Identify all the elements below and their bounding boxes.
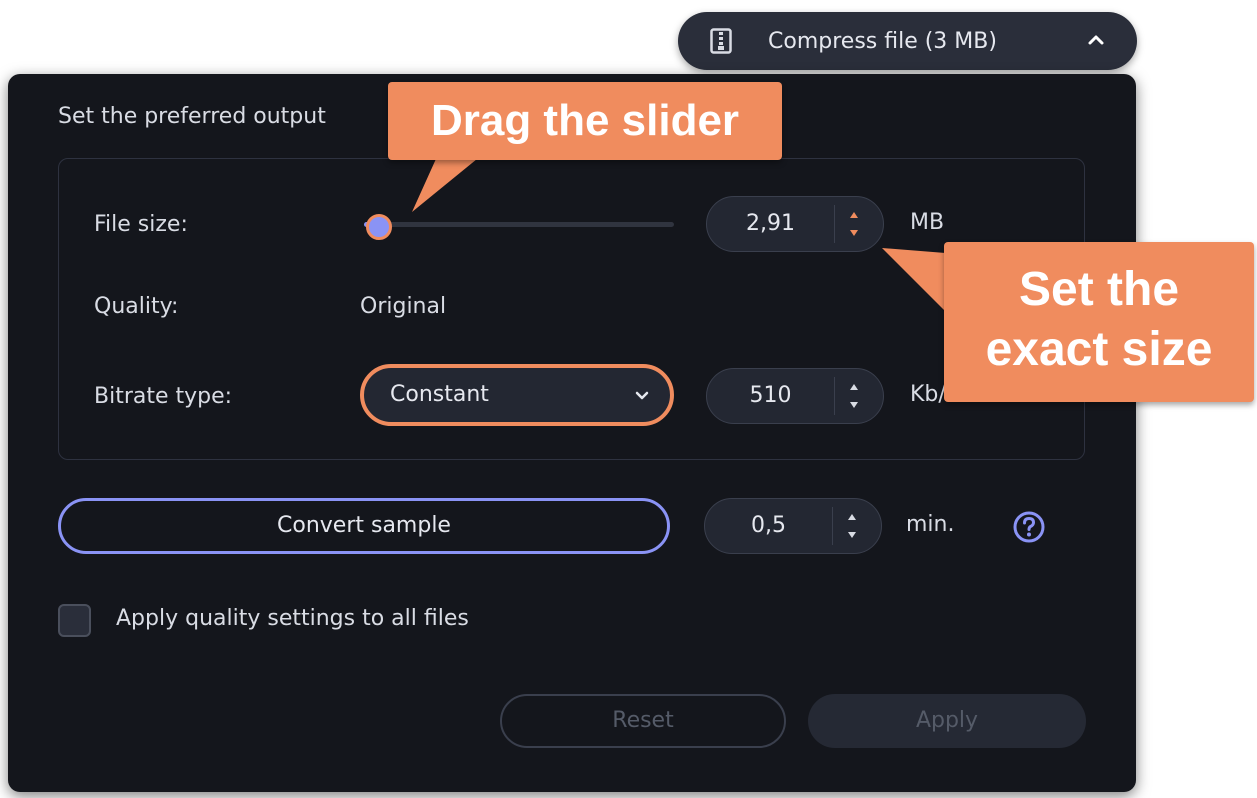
apply-button[interactable]: Apply bbox=[808, 694, 1086, 748]
file-size-slider-track[interactable] bbox=[364, 222, 674, 227]
compression-settings-panel: Set the preferred output File size: 2,91… bbox=[8, 74, 1136, 792]
bitrate-stepper[interactable]: 510 bbox=[706, 368, 884, 424]
sample-length-value[interactable]: 0,5 bbox=[705, 499, 832, 553]
stepper-divider bbox=[832, 507, 833, 545]
bitrate-type-dropdown[interactable]: Constant bbox=[360, 364, 674, 426]
help-icon[interactable] bbox=[1012, 510, 1046, 548]
bitrate-unit: Kb/ bbox=[910, 382, 946, 407]
panel-title: Set the preferred output bbox=[58, 104, 326, 129]
file-size-unit: MB bbox=[910, 210, 945, 235]
callout-line-1: Set the bbox=[1018, 263, 1180, 316]
stepper-arrows-icon[interactable] bbox=[847, 377, 861, 419]
file-size-label: File size: bbox=[94, 212, 188, 237]
file-size-slider-thumb[interactable] bbox=[366, 214, 392, 240]
compress-file-button[interactable]: Compress file (3 MB) bbox=[678, 12, 1137, 70]
convert-sample-button[interactable]: Convert sample bbox=[58, 498, 670, 554]
bitrate-type-selected: Constant bbox=[390, 382, 489, 407]
reset-button[interactable]: Reset bbox=[500, 694, 786, 748]
file-size-value[interactable]: 2,91 bbox=[707, 197, 834, 251]
sample-length-stepper[interactable]: 0,5 bbox=[704, 498, 882, 554]
callout-line-2: exact size bbox=[985, 323, 1213, 376]
sample-length-unit: min. bbox=[906, 512, 955, 537]
stepper-arrows-icon[interactable] bbox=[847, 205, 861, 247]
quality-label: Quality: bbox=[94, 294, 179, 319]
chevron-up-icon bbox=[1086, 30, 1106, 54]
apply-all-label[interactable]: Apply quality settings to all files bbox=[116, 606, 469, 631]
file-size-stepper[interactable]: 2,91 bbox=[706, 196, 884, 252]
bitrate-type-label: Bitrate type: bbox=[94, 384, 233, 409]
stepper-divider bbox=[834, 205, 835, 243]
compress-file-label: Compress file (3 MB) bbox=[768, 28, 997, 54]
drag-slider-callout: Drag the slider bbox=[388, 82, 782, 160]
apply-all-checkbox[interactable] bbox=[58, 604, 91, 637]
set-exact-size-callout: Set the exact size bbox=[944, 242, 1254, 402]
stepper-divider bbox=[834, 377, 835, 415]
quality-value: Original bbox=[360, 294, 447, 319]
callout-pointer bbox=[412, 150, 488, 212]
bitrate-value[interactable]: 510 bbox=[707, 369, 834, 423]
zip-file-icon bbox=[710, 28, 732, 58]
stepper-arrows-icon[interactable] bbox=[845, 507, 859, 549]
chevron-down-icon bbox=[634, 388, 650, 407]
